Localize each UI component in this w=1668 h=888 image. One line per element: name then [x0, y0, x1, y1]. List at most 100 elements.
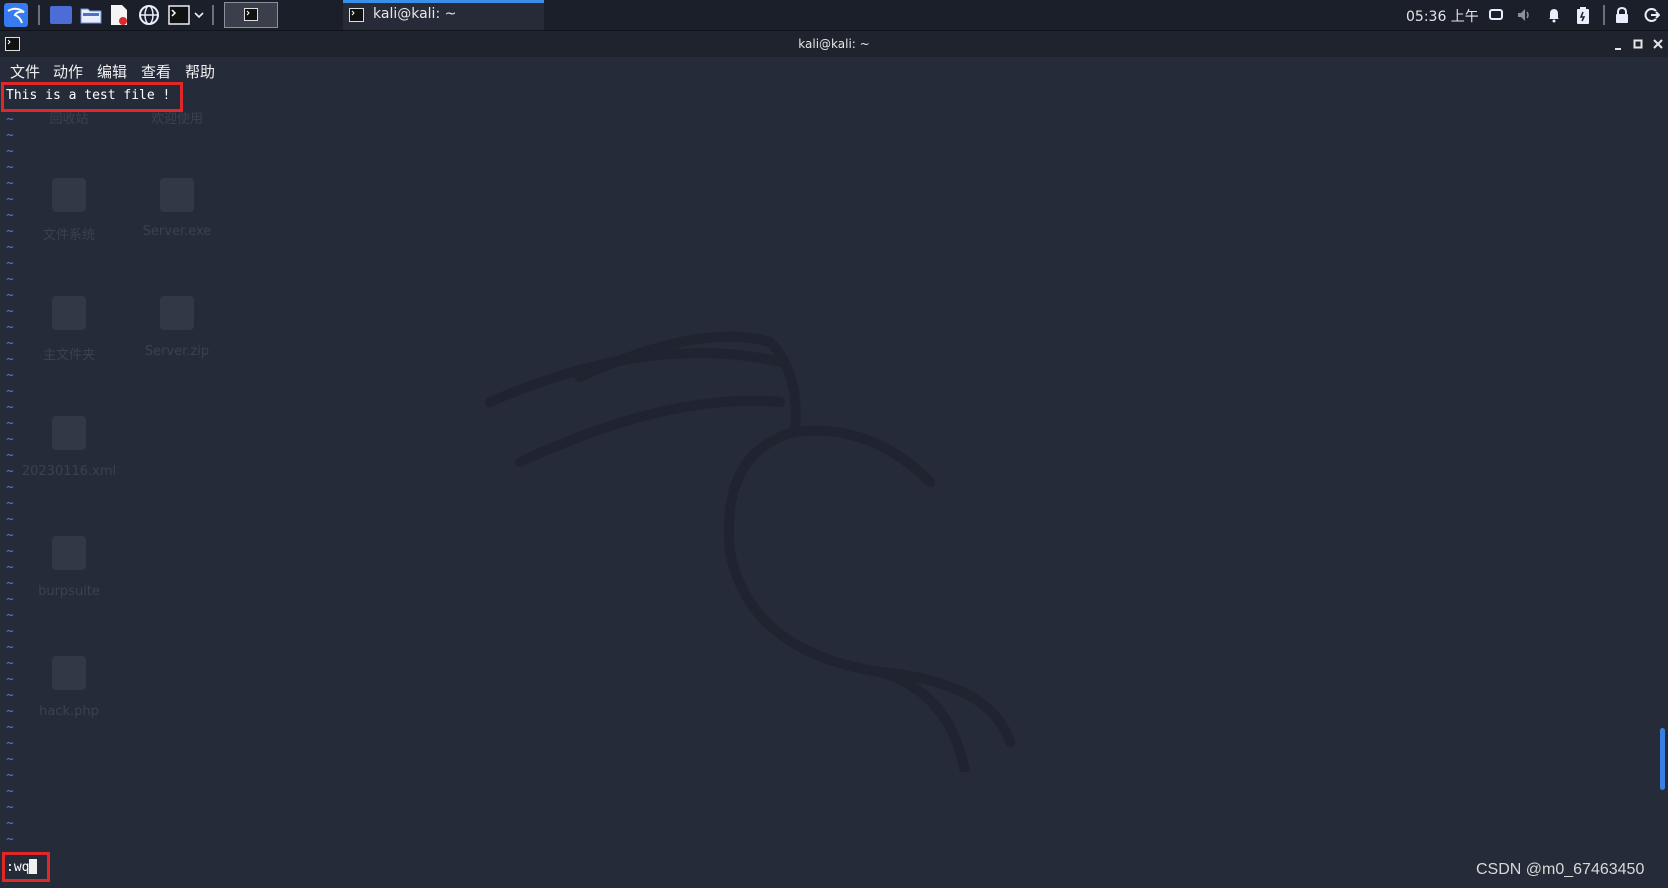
vim-tilde-marker: ~: [6, 272, 14, 287]
clock[interactable]: 05:36 上午: [1406, 6, 1479, 26]
vim-tilde-marker: ~: [6, 400, 14, 415]
menu-help[interactable]: 帮助: [185, 61, 215, 82]
vim-tilde-marker: ~: [6, 160, 14, 175]
lock-icon[interactable]: [1614, 7, 1630, 24]
vim-tilde-marker: ~: [6, 368, 14, 383]
desktop-icon-label: 主文件夹: [42, 348, 95, 363]
taskbar-window-button[interactable]: kali@kali: ~: [343, 0, 544, 30]
battery-icon[interactable]: [1576, 7, 1590, 25]
volume-icon[interactable]: [1516, 7, 1534, 23]
desktop-icon-ghost: [160, 296, 194, 330]
vim-tilde-marker: ~: [6, 512, 14, 527]
vim-tilde-marker: ~: [6, 288, 14, 303]
notification-bell-icon[interactable]: [1546, 7, 1562, 23]
vim-tilde-marker: ~: [6, 688, 14, 703]
terminal-icon: [244, 8, 258, 21]
show-desktop-icon[interactable]: [50, 6, 72, 24]
terminal-launcher-icon[interactable]: [168, 5, 190, 25]
vim-tilde-marker: ~: [6, 656, 14, 671]
vim-tilde-marker: ~: [6, 304, 14, 319]
desktop-icon-label: Server.exe: [142, 224, 212, 239]
window-title: kali@kali: ~: [798, 37, 870, 51]
vim-tilde-marker: ~: [6, 352, 14, 367]
vim-tilde-marker: ~: [6, 176, 14, 191]
vim-tilde-marker: ~: [6, 448, 14, 463]
logout-icon[interactable]: [1644, 7, 1660, 23]
vim-tilde-marker: ~: [6, 592, 14, 607]
vim-tilde-marker: ~: [6, 256, 14, 271]
desktop-icon-label: 20230116.xml: [21, 464, 117, 479]
text-editor-icon[interactable]: [110, 4, 128, 26]
vim-tilde-marker: ~: [6, 224, 14, 239]
menu-edit[interactable]: 编辑: [97, 61, 127, 82]
chevron-down-icon[interactable]: [193, 9, 205, 21]
vim-tilde-marker: ~: [6, 320, 14, 335]
vim-tilde-marker: ~: [6, 608, 14, 623]
desktop-icon-ghost: [52, 656, 86, 690]
minimize-icon[interactable]: [1610, 41, 1626, 51]
vim-tilde-marker: ~: [6, 832, 14, 847]
vim-tilde-marker: ~: [6, 752, 14, 767]
desktop-icon-ghost: [52, 296, 86, 330]
vim-tilde-marker: ~: [6, 336, 14, 351]
vim-tilde-marker: ~: [6, 480, 14, 495]
csdn-watermark: CSDN @m0_67463450: [1476, 861, 1645, 878]
scrollbar-thumb[interactable]: [1660, 728, 1665, 790]
workspace-button[interactable]: [224, 2, 278, 28]
desktop-icon-ghost: [160, 178, 194, 212]
taskbar-separator: [1603, 5, 1605, 25]
vim-tilde-marker: ~: [6, 464, 14, 479]
desktop-icon-label: hack.php: [39, 704, 99, 719]
vim-tilde-marker: ~: [6, 192, 14, 207]
close-icon[interactable]: [1650, 39, 1666, 49]
vim-tilde-marker: ~: [6, 736, 14, 751]
terminal-menubar: 文件 动作 编辑 查看 帮助: [0, 57, 1668, 82]
desktop-icon-label: 文件系统: [42, 228, 95, 243]
vim-tilde-marker: ~: [6, 416, 14, 431]
vim-tilde-marker: ~: [6, 704, 14, 719]
vim-tilde-marker: ~: [6, 544, 14, 559]
browser-icon[interactable]: [138, 4, 160, 26]
desktop-icon-label: burpsuite: [38, 584, 100, 599]
vim-tilde-marker: ~: [6, 720, 14, 735]
file-manager-icon[interactable]: [80, 6, 102, 24]
vim-tilde-marker: ~: [6, 576, 14, 591]
vim-tilde-marker: ~: [6, 560, 14, 575]
menu-file[interactable]: 文件: [10, 61, 40, 82]
vim-tilde-marker: ~: [6, 208, 14, 223]
desktop-icon-ghost: [52, 178, 86, 212]
maximize-icon[interactable]: [1630, 39, 1646, 49]
terminal-icon: [349, 8, 364, 22]
desktop-icon-ghost: [52, 416, 86, 450]
kali-dragon-watermark-icon: [485, 331, 1015, 772]
display-icon[interactable]: [1488, 7, 1504, 23]
desktop-icon-label: Server.zip: [144, 344, 210, 359]
taskbar-window-label: kali@kali: ~: [373, 6, 457, 22]
vim-tilde-marker: ~: [6, 800, 14, 815]
vim-tilde-marker: ~: [6, 384, 14, 399]
active-window-indicator: [343, 0, 544, 3]
menu-view[interactable]: 查看: [141, 61, 171, 82]
menu-actions[interactable]: 动作: [53, 61, 83, 82]
vim-tilde-marker: ~: [6, 128, 14, 143]
highlight-box-command: [2, 852, 50, 882]
vim-tilde-marker: ~: [6, 624, 14, 639]
vim-tilde-marker: ~: [6, 432, 14, 447]
highlight-box-first-line: [1, 82, 183, 112]
vim-tilde-marker: ~: [6, 784, 14, 799]
vim-tilde-marker: ~: [6, 672, 14, 687]
desktop-icon-ghost: [52, 536, 86, 570]
vim-tilde-marker: ~: [6, 528, 14, 543]
vim-tilde-marker: ~: [6, 496, 14, 511]
taskbar-separator: [212, 5, 214, 25]
vim-tilde-marker: ~: [6, 640, 14, 655]
terminal-content[interactable]: 文件系统 Server.exe 主文件夹 Server.zip 20230116…: [0, 82, 1655, 888]
kali-menu-icon[interactable]: [4, 3, 28, 27]
vim-tilde-marker: ~: [6, 240, 14, 255]
taskbar: kali@kali: ~ 05:36 上午: [0, 0, 1668, 31]
vim-tilde-marker: ~: [6, 144, 14, 159]
vim-tilde-marker: ~: [6, 816, 14, 831]
terminal-titlebar[interactable]: kali@kali: ~: [0, 31, 1668, 57]
vim-tilde-marker: ~: [6, 768, 14, 783]
taskbar-separator: [38, 5, 40, 25]
